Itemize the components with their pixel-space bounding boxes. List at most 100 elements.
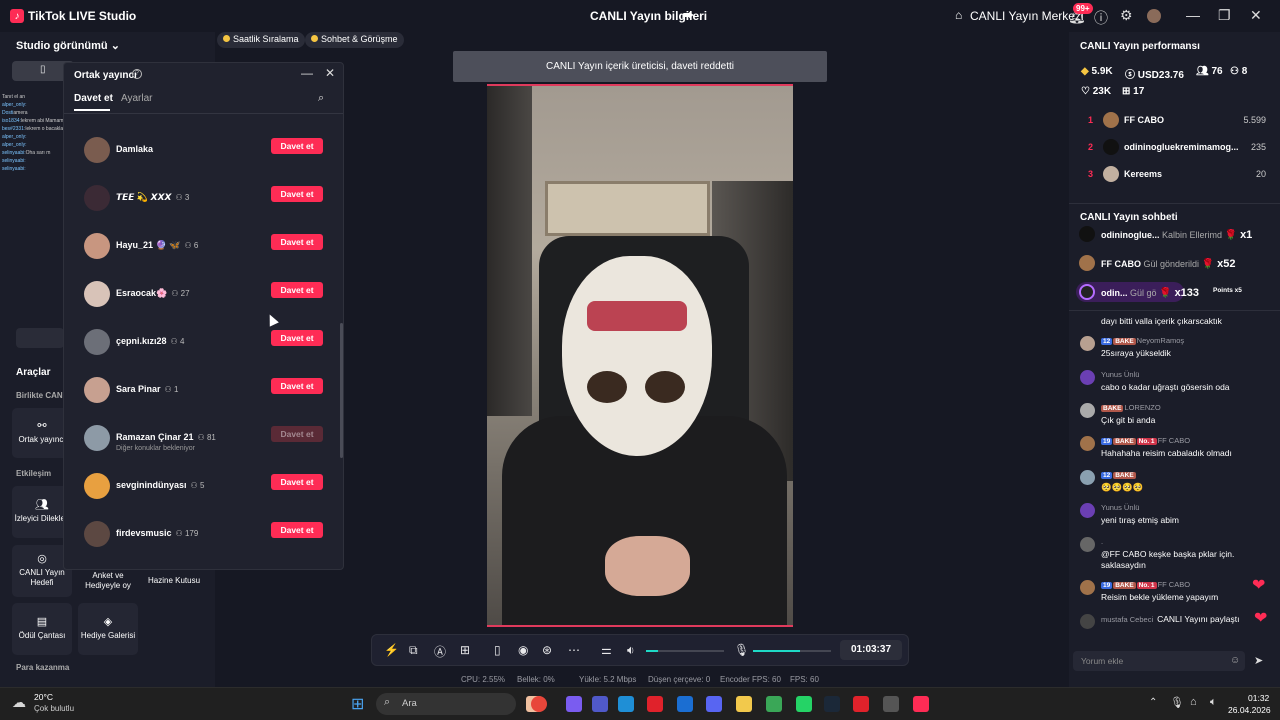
cohost-name-text: firdevsmusic xyxy=(116,528,172,538)
tiktok-studio-icon[interactable] xyxy=(913,696,929,712)
chat-username: Yunus Ünlü xyxy=(1101,503,1140,512)
chrome-icon[interactable] xyxy=(531,696,547,712)
minimize-icon[interactable]: — xyxy=(1186,7,1200,23)
live-center-button[interactable]: CANLI Yayın Merkezi xyxy=(970,9,1084,23)
emoji-icon[interactable]: ☺ xyxy=(1230,655,1240,666)
discord-icon[interactable] xyxy=(706,696,722,712)
mini-chat-name: alper_only: xyxy=(2,102,27,108)
invite-button[interactable]: Davet et xyxy=(271,282,323,298)
settings-sliders-icon[interactable]: ⚌ xyxy=(601,643,612,657)
layout-icon[interactable]: ⧉ xyxy=(409,643,418,658)
volume-icon[interactable]: 🔉︎ xyxy=(627,643,635,658)
add-scene-icon[interactable]: ⊞ xyxy=(460,643,470,657)
rose-icon: 🌹 xyxy=(1156,288,1175,299)
chevron-up-icon[interactable]: ⌃ xyxy=(1149,697,1157,708)
clock-time[interactable]: 01:32 xyxy=(1248,693,1269,703)
gear-icon[interactable]: ⚙ xyxy=(1120,7,1133,24)
close-icon[interactable]: ✕ xyxy=(1250,7,1262,24)
send-icon[interactable]: ➤ xyxy=(1254,654,1263,667)
gift-icon: ⊞ xyxy=(1122,86,1131,97)
search-icon[interactable]: ⌕ xyxy=(318,92,324,105)
phone-icon[interactable]: ▯ xyxy=(494,643,501,657)
home-icon[interactable]: ⌂ xyxy=(955,8,962,22)
opera-icon[interactable] xyxy=(647,696,663,712)
users-stat: ⚇ 8 xyxy=(1230,66,1248,77)
add-source-button[interactable] xyxy=(16,328,64,348)
mic-icon[interactable]: 🎙︎ xyxy=(734,643,749,657)
reward-bag-tool[interactable]: ▤ Ödül Çantası xyxy=(12,603,72,655)
more-icon[interactable]: ⋯ xyxy=(568,643,580,657)
share-icon[interactable]: ⮫ xyxy=(682,8,694,24)
cohost-name-text: 𝙏𝙀𝙀 💫 𝙓𝙓𝙓 xyxy=(116,192,172,202)
ranking-row[interactable]: 1 FF CABO 5.599 xyxy=(1081,112,1266,128)
whatsapp-icon[interactable] xyxy=(796,696,812,712)
invite-button[interactable]: Davet et xyxy=(271,186,323,202)
gift-text: Kalbin Ellerimd xyxy=(1162,230,1223,240)
mic-tray-icon[interactable]: 🎙︎ xyxy=(1170,696,1184,709)
cohost-row: Ramazan Çinar 21 ⚇ 81 Diğer konuklar bekle… xyxy=(64,425,334,473)
follower-count: ⚇ 5 xyxy=(191,481,205,490)
weather-desc[interactable]: Çok bulutlu xyxy=(34,704,74,713)
comment-input[interactable]: Yorum ekle xyxy=(1073,651,1245,671)
invite-button[interactable]: Davet et xyxy=(271,378,323,394)
camera-icon[interactable]: ⊛ xyxy=(542,643,552,657)
chrome-alt-icon[interactable] xyxy=(766,696,782,712)
tab-invite[interactable]: Davet et xyxy=(74,93,113,104)
chat-call-chip[interactable]: Sohbet & Görüşme xyxy=(305,32,404,48)
invite-button[interactable]: Davet et xyxy=(271,330,323,346)
magic-icon[interactable]: ⚡ xyxy=(384,643,399,657)
steam-icon[interactable] xyxy=(824,696,840,712)
user-icon: ⚇ xyxy=(184,241,194,250)
gift-sender-name: FF CABO xyxy=(1101,259,1141,269)
mini-chat-line: alper_only: xyxy=(2,133,72,141)
invite-button[interactable]: Davet et xyxy=(271,234,323,250)
windows-start-icon[interactable]: ⊞ xyxy=(351,694,364,714)
edge-icon[interactable] xyxy=(618,696,634,712)
invite-button[interactable]: Davet et xyxy=(271,474,323,490)
media-icon[interactable] xyxy=(853,696,869,712)
speaker-icon[interactable]: 🔈︎ xyxy=(1210,696,1217,709)
chat-header: Yunus Ünlü xyxy=(1101,370,1139,379)
gift-text: Gül gö xyxy=(1130,288,1157,298)
teams-icon[interactable] xyxy=(592,696,608,712)
ranking-row[interactable]: 2 odininogluekremimamog... 235 xyxy=(1081,139,1266,155)
taskbar-search[interactable]: ⌕ Ara xyxy=(376,693,516,715)
invite-button[interactable]: Davet et xyxy=(271,522,323,538)
ranking-name: FF CABO xyxy=(1124,115,1164,125)
performance-title: CANLI Yayın performansı xyxy=(1080,41,1200,52)
copilot-icon[interactable] xyxy=(566,696,582,712)
close-icon[interactable]: ✕ xyxy=(325,66,335,80)
viewers-icon: 👥︎ xyxy=(1196,66,1209,77)
avatar xyxy=(1079,255,1095,271)
hourly-ranking-chip[interactable]: Saatlik Sıralama xyxy=(217,32,305,48)
help-icon[interactable]: ? xyxy=(132,69,142,79)
tab-settings[interactable]: Ayarlar xyxy=(121,93,153,104)
weather-icon[interactable]: ☁ xyxy=(12,694,26,711)
outlook-icon[interactable] xyxy=(677,696,693,712)
explorer-icon[interactable] xyxy=(736,696,752,712)
cohost-name-text: Hayu_21 🔮 🦋 xyxy=(116,240,181,250)
volume-slider[interactable] xyxy=(646,650,724,652)
studio-view-dropdown[interactable]: Studio görünümü ⌄ xyxy=(16,39,120,52)
live-video-preview[interactable] xyxy=(487,84,793,627)
scrollbar[interactable] xyxy=(340,323,343,458)
effects-icon[interactable]: Ⓐ xyxy=(434,643,446,660)
invite-button[interactable]: Davet et xyxy=(271,138,323,154)
weather-temp[interactable]: 20°C xyxy=(34,692,53,702)
clock-date[interactable]: 26.04.2026 xyxy=(1228,705,1271,715)
avatar xyxy=(1080,537,1095,552)
gift-gallery-tool[interactable]: ◈ Hediye Galerisi xyxy=(78,603,138,655)
help-icon[interactable]: ⓘ xyxy=(1094,8,1108,28)
minimize-icon[interactable]: — xyxy=(301,66,313,80)
maximize-icon[interactable]: ❐ xyxy=(1218,7,1231,24)
record-icon[interactable]: ◉ xyxy=(518,643,528,657)
network-icon[interactable]: ⌂ xyxy=(1190,696,1197,708)
upload-stat: Yükle: 5.2 Mbps xyxy=(579,675,637,684)
live-timer: 01:03:37 xyxy=(840,640,902,660)
profile-avatar[interactable] xyxy=(1147,9,1161,23)
cohost-name: Ramazan Çinar 21 ⚇ 81 xyxy=(116,432,216,442)
ranking-row[interactable]: 3 Kereems 20 xyxy=(1081,166,1266,182)
fps-stat: FPS: 60 xyxy=(790,675,819,684)
obs-icon[interactable] xyxy=(883,696,899,712)
mini-chat-name: Dosti xyxy=(2,110,14,116)
